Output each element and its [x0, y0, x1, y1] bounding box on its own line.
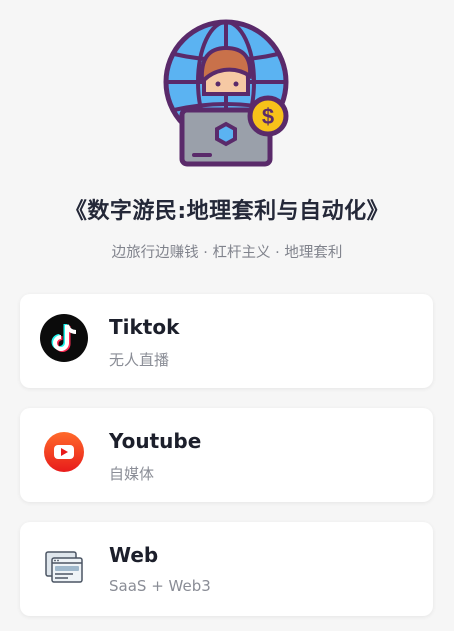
- web-browser-icon: [45, 551, 83, 583]
- card-tiktok[interactable]: Tiktok 无人直播: [20, 294, 433, 388]
- digital-nomad-globe-laptop-dollar-icon: $: [163, 19, 289, 167]
- card-subtitle: 自媒体: [109, 465, 155, 483]
- youtube-icon: [44, 432, 84, 472]
- card-youtube[interactable]: Youtube 自媒体: [20, 408, 433, 502]
- card-subtitle: SaaS + Web3: [109, 577, 211, 595]
- page-tagline: 边旅行边赚钱 · 杠杆主义 · 地理套利: [111, 245, 343, 261]
- card-title: Youtube: [109, 429, 202, 453]
- tiktok-icon: [40, 314, 88, 362]
- page-title: 《数字游民:地理套利与自动化》: [64, 199, 390, 224]
- card-web[interactable]: Web SaaS + Web3: [20, 522, 433, 616]
- svg-text:$: $: [262, 104, 274, 129]
- card-subtitle: 无人直播: [109, 351, 170, 369]
- card-title: Web: [109, 543, 159, 567]
- card-title: Tiktok: [109, 315, 180, 339]
